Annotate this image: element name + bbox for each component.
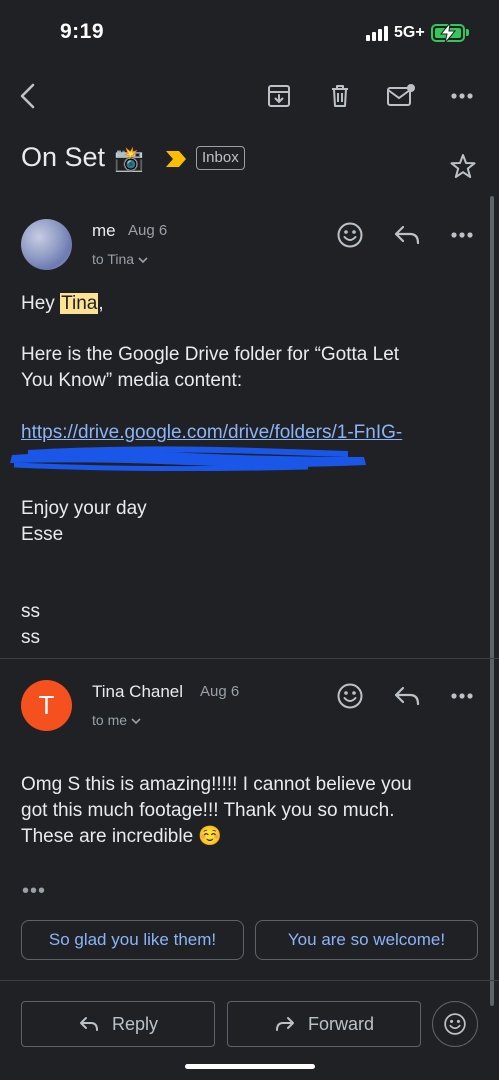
scrollbar[interactable] (490, 196, 494, 1006)
avatar: T (21, 680, 72, 731)
message-more-button[interactable] (446, 219, 478, 251)
archive-button[interactable] (263, 80, 295, 112)
more-horizontal-icon (451, 93, 473, 99)
recipient-toggle[interactable]: to Tina (92, 251, 148, 267)
drive-link[interactable]: https://drive.google.com/drive/folders/1… (21, 420, 402, 446)
mark-unread-button[interactable] (385, 80, 417, 112)
react-emoji-button[interactable] (432, 1001, 478, 1047)
mail-unread-icon (387, 84, 415, 106)
recipient-label: to me (92, 712, 128, 728)
emoji-smile-icon (337, 222, 363, 248)
avatar (21, 219, 72, 270)
add-reaction-button[interactable] (334, 219, 366, 251)
important-marker-icon[interactable] (165, 150, 187, 168)
sender-name: Tina Chanel (92, 682, 184, 701)
more-horizontal-icon (451, 693, 473, 699)
star-icon[interactable] (449, 152, 477, 180)
trash-icon (332, 85, 348, 107)
smart-reply-chip[interactable]: So glad you like them! (21, 920, 244, 960)
archive-icon (268, 85, 290, 107)
message-body: Omg S this is amazing!!!!! I cannot beli… (21, 774, 412, 847)
smart-reply-chip[interactable]: You are so welcome! (255, 920, 478, 960)
signature: ss ss (21, 601, 40, 648)
home-indicator[interactable] (185, 1064, 315, 1069)
charging-icon (439, 22, 457, 44)
reply-button[interactable] (391, 219, 423, 251)
back-button[interactable] (12, 80, 44, 112)
status-bar: 9:19 5G+ (0, 0, 499, 64)
network-label: 5G+ (394, 24, 425, 41)
reply-label: Reply (111, 1013, 159, 1034)
camera-flash-icon: 📸 (114, 146, 144, 173)
chevron-down-icon (131, 718, 141, 725)
message-header[interactable]: T Tina Chanel Aug 6 to me (0, 680, 499, 750)
message-more-button[interactable] (446, 680, 478, 712)
emoji-smile-icon (444, 1013, 466, 1035)
inbox-label-chip[interactable]: Inbox (196, 146, 245, 170)
more-horizontal-icon (451, 232, 473, 238)
recipient-toggle[interactable]: to me (92, 712, 141, 728)
actions-divider (0, 980, 499, 981)
reply-arrow-icon (394, 225, 420, 245)
sign-off: Enjoy your day Esse (21, 498, 147, 545)
email-subject: On Set (21, 142, 106, 172)
message-divider (0, 658, 499, 659)
signal-icon (366, 26, 390, 41)
body-paragraph: Here is the Google Drive folder for “Got… (21, 344, 400, 391)
message-date: Aug 6 (200, 683, 240, 700)
forward-arrow-icon (275, 1017, 294, 1031)
reply-action-button[interactable]: Reply (21, 1001, 215, 1047)
highlighted-name: Tina (60, 293, 99, 314)
show-quoted-text-button[interactable]: ••• (22, 880, 46, 903)
status-time: 9:19 (60, 20, 105, 43)
message-date: Aug 6 (128, 222, 168, 239)
emoji-smile-icon (337, 683, 363, 709)
add-reaction-button[interactable] (334, 680, 366, 712)
subject-row: On Set 📸 Inbox (0, 136, 499, 186)
more-options-button[interactable] (446, 80, 478, 112)
forward-label: Forward (307, 1013, 374, 1034)
reply-button[interactable] (391, 680, 423, 712)
sender-name: me (92, 221, 116, 240)
chevron-down-icon (138, 257, 148, 264)
greeting-line: Hey Tina, (21, 293, 104, 314)
message-header[interactable]: me Aug 6 to Tina (0, 219, 499, 289)
recipient-label: to Tina (92, 251, 135, 267)
redaction-scribble (10, 446, 366, 471)
reply-arrow-icon (394, 686, 420, 706)
toolbar (0, 70, 499, 122)
reply-arrow-icon (79, 1017, 98, 1031)
forward-action-button[interactable]: Forward (227, 1001, 421, 1047)
back-arrow-icon (20, 83, 35, 109)
delete-button[interactable] (324, 80, 356, 112)
